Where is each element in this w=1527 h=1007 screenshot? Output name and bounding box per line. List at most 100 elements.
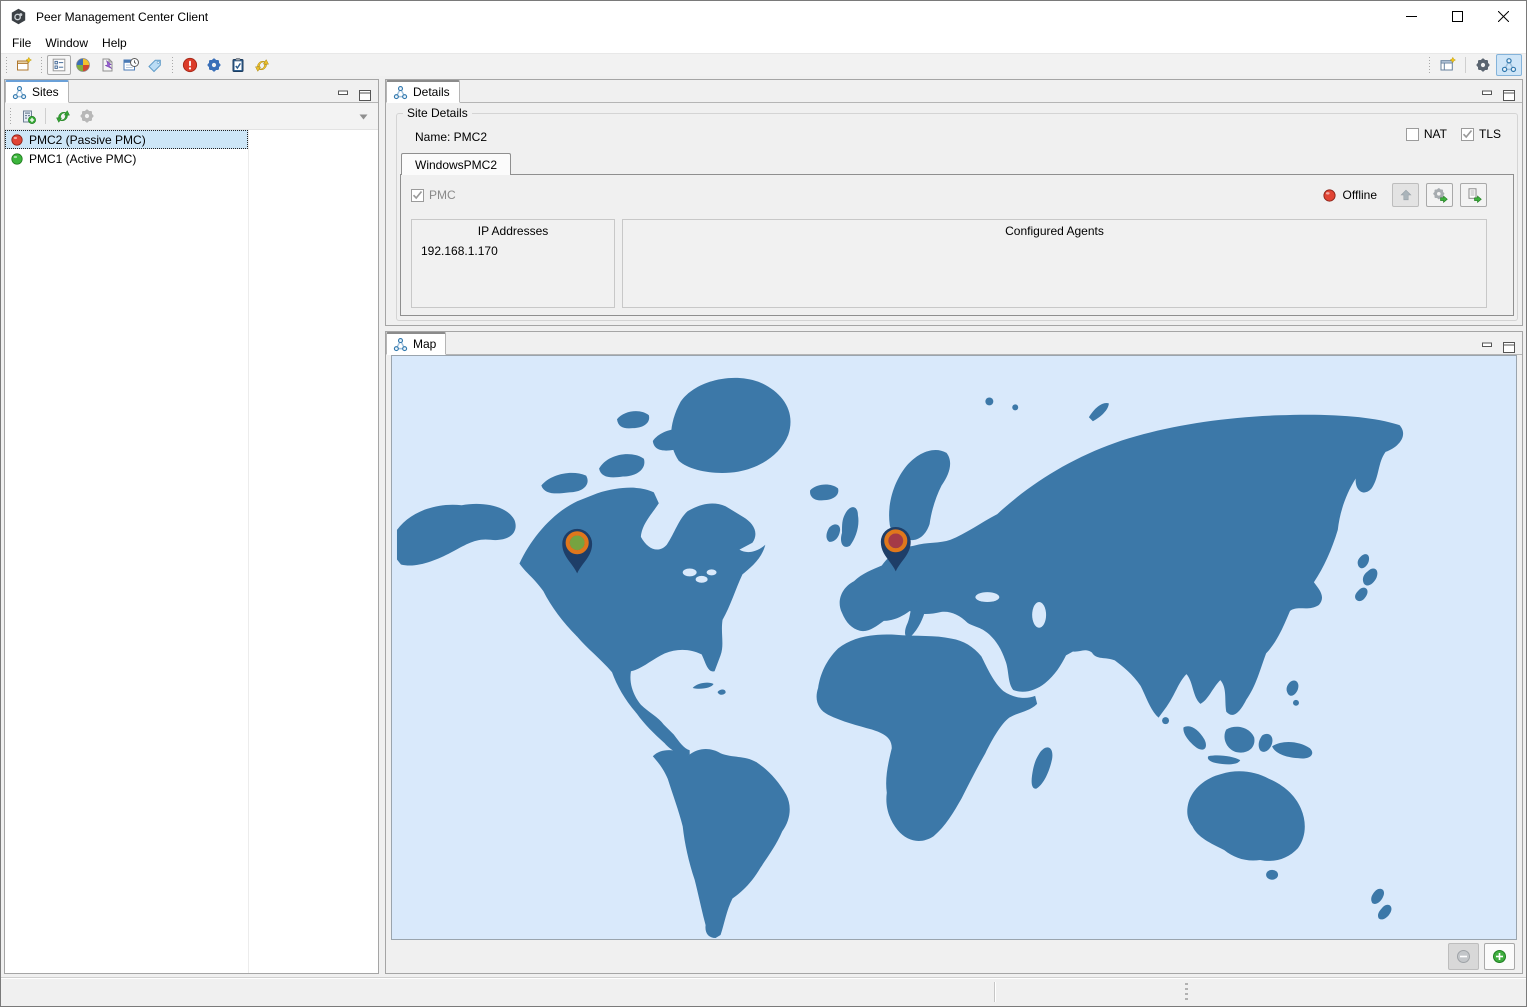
promote-button[interactable] <box>1392 183 1419 207</box>
refresh-sites-button[interactable] <box>51 105 75 127</box>
status-divider <box>994 982 995 1002</box>
gear-export-button[interactable] <box>1426 183 1453 207</box>
maximize-icon <box>1452 11 1463 22</box>
tag-button[interactable] <box>143 54 167 76</box>
toolbar-grip[interactable] <box>1427 57 1432 73</box>
pie-chart-button[interactable] <box>71 54 95 76</box>
minimize-view-button[interactable] <box>336 88 350 102</box>
minimize-view-icon <box>1482 90 1493 100</box>
zoom-in-button[interactable] <box>1484 943 1515 970</box>
nat-checkbox[interactable]: NAT <box>1406 127 1447 141</box>
tab-map-label: Map <box>413 337 436 351</box>
preferences-list-icon <box>51 57 67 73</box>
perspective-settings-button[interactable] <box>1470 54 1496 76</box>
site-row-pmc2[interactable]: PMC2 (Passive PMC) <box>5 130 248 149</box>
pmc-checkbox[interactable]: PMC <box>411 188 456 202</box>
great-lakes <box>707 569 717 575</box>
minimize-icon <box>1406 11 1417 22</box>
sites-list: PMC2 (Passive PMC) PMC1 (Active PMC) <box>5 130 378 973</box>
menu-bar: File Window Help <box>1 32 1526 53</box>
nat-checkbox-box[interactable] <box>1406 128 1419 141</box>
tab-details[interactable]: Details <box>386 80 460 103</box>
land-north-america <box>519 488 765 756</box>
ip-address-row[interactable]: 192.168.1.170 <box>412 242 614 260</box>
maximize-view-button[interactable] <box>1502 88 1516 102</box>
network-perspective-button[interactable] <box>1496 54 1522 76</box>
black-sea <box>975 592 999 602</box>
view-menu-button[interactable] <box>359 109 368 123</box>
land-novaya-zemlya <box>1089 403 1109 421</box>
land-africa <box>817 634 1038 840</box>
tls-checkbox-box[interactable] <box>1461 128 1474 141</box>
land-cuba <box>693 683 726 695</box>
menu-help[interactable]: Help <box>95 34 134 52</box>
alerts-button[interactable] <box>178 54 202 76</box>
new-wizard-button[interactable] <box>12 54 36 76</box>
app-logo-icon <box>10 8 27 25</box>
tab-map[interactable]: Map <box>386 332 446 355</box>
window-title: Peer Management Center Client <box>36 10 208 24</box>
zoom-out-button[interactable] <box>1448 943 1479 970</box>
pmc-checkbox-box[interactable] <box>411 189 424 202</box>
zoom-in-icon <box>1492 949 1507 964</box>
tab-sites-label: Sites <box>32 85 59 99</box>
great-lakes <box>683 568 697 576</box>
configured-agents-table[interactable]: Configured Agents <box>622 219 1487 308</box>
settings-button[interactable] <box>202 54 226 76</box>
tag-icon <box>147 57 163 73</box>
land-madagascar <box>1032 747 1053 788</box>
ip-addresses-table[interactable]: IP Addresses 192.168.1.170 <box>411 219 615 308</box>
tab-sites[interactable]: Sites <box>5 80 69 103</box>
menu-window[interactable]: Window <box>38 34 95 52</box>
site-details-group: Site Details Name: PMC2 NAT TLS <box>396 113 1518 321</box>
document-export-button[interactable] <box>1460 183 1487 207</box>
minimize-view-icon <box>1482 342 1493 352</box>
main-toolbar <box>1 53 1526 76</box>
menu-file[interactable]: File <box>5 34 38 52</box>
flash-document-icon <box>99 57 115 73</box>
land-arctic-islands <box>541 411 693 493</box>
add-site-button[interactable] <box>16 105 40 127</box>
close-button[interactable] <box>1480 1 1526 32</box>
schedule-button[interactable] <box>119 54 143 76</box>
sync-button[interactable] <box>250 54 274 76</box>
land-sri-lanka <box>1162 717 1169 724</box>
toolbar-grip[interactable] <box>39 57 44 73</box>
sites-toolbar <box>5 103 378 130</box>
minimize-view-icon <box>338 90 349 100</box>
tab-windowspmc2[interactable]: WindowsPMC2 <box>401 153 511 175</box>
status-dot-icon <box>11 134 23 146</box>
toolbar-grip[interactable] <box>170 57 175 73</box>
workbench-area: Sites <box>1 76 1526 977</box>
flash-document-button[interactable] <box>95 54 119 76</box>
maximize-view-button[interactable] <box>1502 340 1516 354</box>
details-body: Site Details Name: PMC2 NAT TLS <box>386 103 1522 325</box>
maximize-button[interactable] <box>1434 1 1480 32</box>
status-grip[interactable] <box>1185 983 1188 1002</box>
minimize-view-button[interactable] <box>1480 340 1494 354</box>
land-britain <box>826 507 858 547</box>
site-row-pmc1[interactable]: PMC1 (Active PMC) <box>5 149 248 168</box>
site-settings-button[interactable] <box>75 105 99 127</box>
preferences-list-button[interactable] <box>47 55 71 75</box>
toolbar-grip[interactable] <box>8 108 13 124</box>
maximize-view-button[interactable] <box>358 88 372 102</box>
nat-tls-row: NAT TLS <box>1406 127 1501 141</box>
minimize-view-button[interactable] <box>1480 88 1494 102</box>
tls-checkbox[interactable]: TLS <box>1461 127 1501 141</box>
chevron-down-icon <box>359 114 368 120</box>
network-perspective-icon <box>1501 57 1517 73</box>
minimize-button[interactable] <box>1388 1 1434 32</box>
tasks-button[interactable] <box>226 54 250 76</box>
land-iceland <box>810 485 838 501</box>
land-philippines <box>1287 681 1299 696</box>
map-zoom-toolbar <box>1448 942 1515 971</box>
world-map-canvas[interactable] <box>391 355 1517 940</box>
land-tasmania <box>1266 870 1278 880</box>
open-perspective-button[interactable] <box>1435 54 1461 76</box>
toolbar-grip[interactable] <box>4 57 9 73</box>
tab-windowspmc2-label: WindowsPMC2 <box>415 158 497 172</box>
pmc-label: PMC <box>429 188 456 202</box>
status-row: Offline <box>1323 183 1487 207</box>
land-svalbard <box>985 398 993 406</box>
